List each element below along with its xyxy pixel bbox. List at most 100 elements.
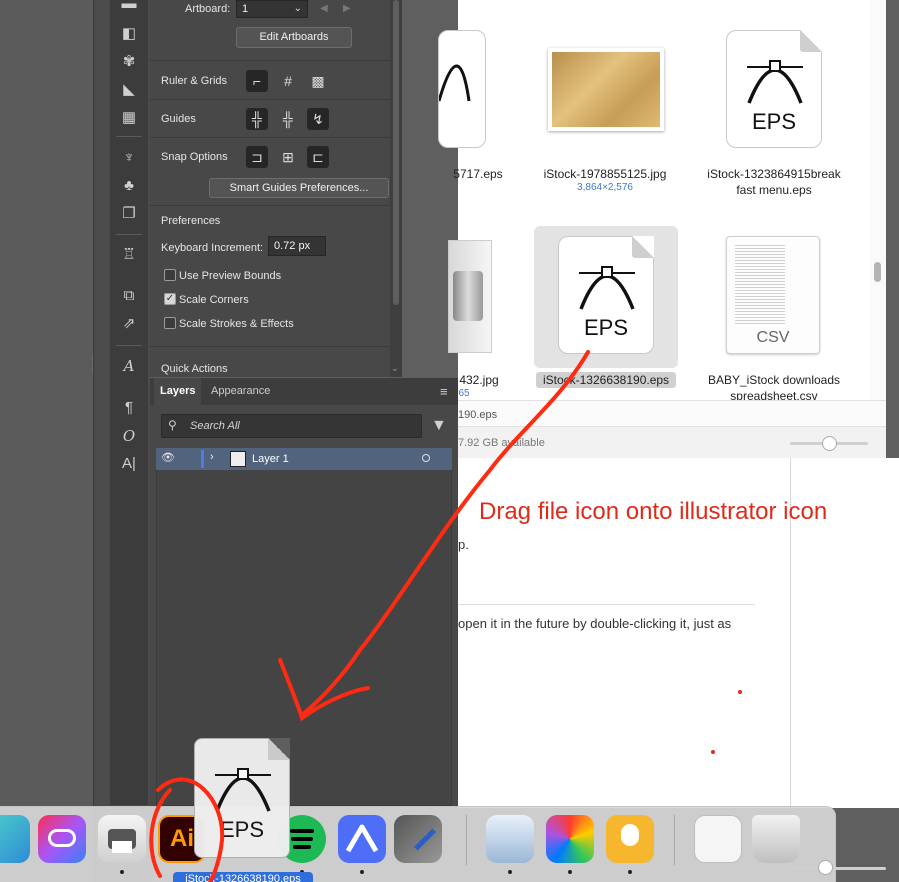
symbols-icon[interactable]: ♣ bbox=[119, 176, 139, 196]
search-icon: ⚲ bbox=[168, 418, 177, 432]
use-preview-bounds-label: Use Preview Bounds bbox=[179, 270, 282, 282]
artboard-select[interactable]: 1 ⌄ bbox=[236, 0, 308, 18]
use-preview-bounds-checkbox[interactable] bbox=[164, 269, 176, 281]
show-guides-icon[interactable]: ╬ bbox=[246, 108, 268, 130]
file-dimensions: 3,864×2,576 bbox=[577, 182, 633, 193]
dock-app-maps-icon[interactable] bbox=[0, 815, 30, 863]
file-name[interactable]: 432.jpg bbox=[454, 372, 504, 388]
paragraph-icon[interactable]: ¶ bbox=[119, 398, 139, 418]
target-icon[interactable] bbox=[422, 454, 430, 462]
dock-separator bbox=[466, 815, 467, 865]
smart-guides-preferences-button[interactable]: Smart Guides Preferences... bbox=[209, 178, 389, 198]
tool-icon[interactable]: ▬ bbox=[119, 0, 139, 14]
tab-layers[interactable]: Layers bbox=[154, 378, 202, 405]
dock-folder-preview-icon[interactable] bbox=[694, 815, 742, 863]
mesh-tool-icon[interactable]: ▦ bbox=[119, 108, 139, 128]
tab-appearance[interactable]: Appearance bbox=[205, 378, 276, 405]
file-icon-eps[interactable]: EPS bbox=[558, 236, 654, 354]
properties-scroll-thumb[interactable] bbox=[393, 0, 399, 305]
dock-app-printer-utility-icon[interactable] bbox=[394, 815, 442, 863]
ruler-icon[interactable]: ⌐ bbox=[246, 70, 268, 92]
dragged-file-label: iStock-1326638190.eps bbox=[173, 872, 313, 882]
file-icon-csv[interactable]: CSV bbox=[726, 236, 820, 354]
dock-app-printer-icon[interactable] bbox=[98, 815, 146, 863]
file-name[interactable]: iStock-1978855125.jpg bbox=[530, 166, 680, 182]
red-dot bbox=[738, 690, 742, 694]
chevron-down-icon[interactable]: ⌄ bbox=[391, 363, 399, 374]
artboard-tool-icon[interactable]: ❐ bbox=[119, 204, 139, 224]
chevron-down-icon: ⌄ bbox=[293, 3, 302, 14]
snap-to-point-icon[interactable]: ⊐ bbox=[246, 146, 268, 168]
layer-thumbnail bbox=[230, 451, 246, 467]
dragged-file-icon[interactable]: EPS bbox=[194, 738, 290, 858]
file-name[interactable]: 5717.eps bbox=[448, 166, 508, 182]
live-paint-icon[interactable]: ✾ bbox=[119, 52, 139, 72]
document-text: open it in the future by double-clicking… bbox=[458, 616, 732, 631]
dock-trash-icon[interactable] bbox=[752, 815, 800, 863]
layer-name[interactable]: Layer 1 bbox=[252, 453, 289, 465]
dock-app-nordvpn-icon[interactable] bbox=[338, 815, 386, 863]
dock-app-preview-icon[interactable] bbox=[486, 815, 534, 863]
dock-running-indicator bbox=[508, 870, 512, 874]
character-icon[interactable]: A| bbox=[119, 454, 139, 474]
dock-app-creative-cloud-icon[interactable] bbox=[38, 815, 86, 863]
file-name[interactable]: iStock-1323864915break fast menu.eps bbox=[694, 166, 854, 198]
edit-artboards-button[interactable]: Edit Artboards bbox=[236, 27, 352, 48]
icon-size-slider-knob[interactable] bbox=[822, 436, 837, 451]
visibility-eye-icon[interactable]: 👁 bbox=[161, 451, 175, 464]
ruler-grids-label: Ruler & Grids bbox=[161, 75, 228, 87]
smart-guides-icon[interactable]: ↯ bbox=[307, 108, 329, 130]
export-icon[interactable]: ⇗ bbox=[119, 314, 139, 334]
dock-app-colorsync-icon[interactable] bbox=[546, 815, 594, 863]
filter-icon[interactable]: ▼ bbox=[431, 417, 447, 435]
puppet-warp-icon[interactable]: ♖ bbox=[119, 245, 139, 265]
preferences-label: Preferences bbox=[161, 215, 221, 227]
divider bbox=[458, 604, 755, 605]
dock-running-indicator bbox=[628, 870, 632, 874]
file-thumbnail-jpg[interactable] bbox=[548, 48, 664, 131]
next-artboard-icon[interactable]: ▶ bbox=[343, 3, 351, 14]
file-icon-eps[interactable]: EPS bbox=[726, 30, 822, 148]
guides-label: Guides bbox=[161, 113, 196, 125]
symbol-sprayer-icon[interactable]: ♆ bbox=[119, 148, 139, 168]
scale-strokes-checkbox[interactable] bbox=[164, 317, 176, 329]
artboards-panel-icon[interactable]: ⧉ bbox=[119, 286, 139, 306]
scale-corners-label: Scale Corners bbox=[179, 294, 249, 306]
eps-badge: EPS bbox=[751, 109, 797, 134]
glyphs-icon[interactable]: A bbox=[119, 356, 139, 376]
scale-corners-checkbox[interactable]: ✓ bbox=[164, 293, 176, 305]
gradient-tool-icon[interactable]: ◧ bbox=[119, 24, 139, 44]
file-thumbnail-jpg[interactable] bbox=[448, 240, 492, 353]
layers-search[interactable]: ⚲ Search All bbox=[161, 414, 422, 438]
previous-artboard-icon[interactable]: ◀ bbox=[320, 3, 328, 14]
dock-app-tips-icon[interactable] bbox=[606, 815, 654, 863]
zoom-slider[interactable] bbox=[790, 867, 886, 870]
snap-to-grid-icon[interactable]: ⊞ bbox=[277, 146, 299, 168]
search-input[interactable]: Search All bbox=[190, 420, 240, 432]
document-text: p. bbox=[458, 537, 469, 552]
opentype-icon[interactable]: O bbox=[119, 426, 139, 446]
dock-running-indicator bbox=[568, 870, 572, 874]
grid-icon[interactable]: # bbox=[277, 70, 299, 92]
artboard-value: 1 bbox=[242, 3, 249, 15]
finder-scrollbar[interactable] bbox=[870, 0, 886, 400]
lock-guides-icon[interactable]: ╬ bbox=[277, 108, 299, 130]
panel-menu-icon[interactable]: ≡ bbox=[440, 384, 448, 399]
file-name[interactable]: iStock-1326638190.eps bbox=[536, 372, 676, 388]
desktop-background bbox=[0, 0, 93, 882]
scale-strokes-label: Scale Strokes & Effects bbox=[179, 318, 294, 330]
perspective-grid-icon[interactable]: ◣ bbox=[119, 80, 139, 100]
transparency-grid-icon[interactable]: ▩ bbox=[307, 70, 329, 92]
keyboard-increment-input[interactable]: 0.72 px bbox=[268, 236, 326, 256]
dock-separator bbox=[674, 815, 675, 865]
layers-tab-bar: Layers Appearance ≡ bbox=[150, 378, 458, 405]
layer-row[interactable]: 👁 › Layer 1 bbox=[156, 448, 452, 470]
finder-path-bar: 190.eps bbox=[458, 400, 886, 426]
file-icon-eps[interactable] bbox=[438, 30, 486, 148]
path-text[interactable]: 190.eps bbox=[458, 409, 497, 421]
csv-badge: CSV bbox=[756, 329, 790, 346]
snap-to-pixel-icon[interactable]: ⊏ bbox=[307, 146, 329, 168]
zoom-slider-knob[interactable] bbox=[818, 860, 833, 875]
finder-scroll-thumb[interactable] bbox=[874, 262, 881, 282]
expand-layer-icon[interactable]: › bbox=[210, 451, 214, 463]
